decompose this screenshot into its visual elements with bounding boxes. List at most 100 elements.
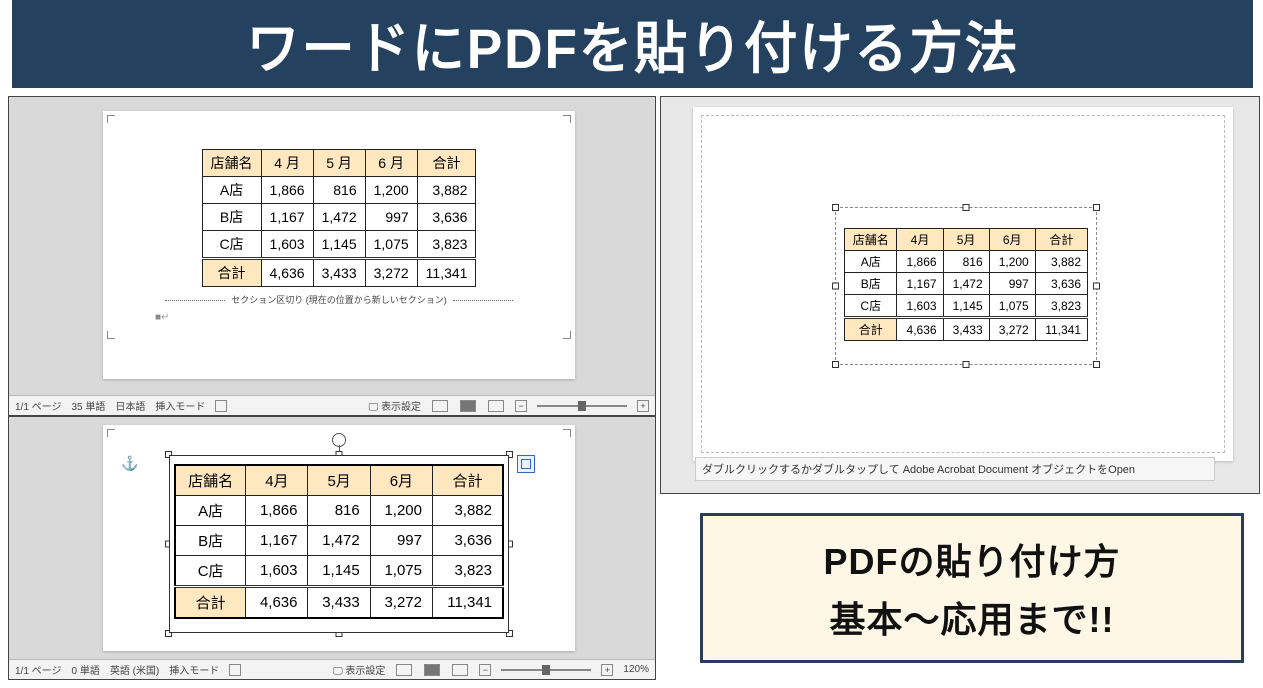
title-banner: ワードにPDFを貼り付ける方法 [12,0,1253,88]
panel-word-editable-table: 店舗名 4 月 5 月 6 月 合計 A店 1,866 816 1,200 3,… [8,96,656,416]
table-row[interactable]: B店 1,167 1,472 997 3,636 [202,204,476,231]
view-print-layout-button[interactable] [460,400,476,412]
sales-table-acrobat: 店舗名 4月 5月 6月 合計 A店 1,866 816 1,200 3,882 [844,228,1088,341]
view-print-layout-button[interactable] [424,664,440,676]
col-store: 店舗名 [202,150,261,177]
cell: 1,075 [370,556,432,587]
table-header-row: 店舗名 4月 5月 6月 合計 [845,229,1088,251]
cell: 1,200 [365,177,417,204]
resize-handle[interactable] [1093,361,1100,368]
cell: 3,882 [417,177,476,204]
zoom-in-button[interactable]: + [601,664,613,676]
anchor-icon[interactable]: ⚓ [121,455,138,472]
resize-handle[interactable] [832,283,839,290]
cell: 11,341 [417,259,476,287]
status-page: 1/1 ページ [15,398,61,413]
view-read-mode-button[interactable] [432,400,448,412]
cell: 3,272 [989,318,1035,341]
zoom-slider[interactable] [501,669,591,671]
zoom-out-button[interactable]: − [515,400,527,412]
cell: 3,433 [313,259,365,287]
status-words: 35 単語 [71,398,105,413]
cell: 1,167 [897,273,943,295]
col-apr: 4月 [246,465,308,496]
resize-handle[interactable] [1093,283,1100,290]
resize-handle[interactable] [832,204,839,211]
cell: 1,145 [313,231,365,259]
zoom-percent[interactable]: 120% [623,664,649,675]
cell: 3,823 [417,231,476,259]
cell-store: B店 [845,273,897,295]
col-may: 5 月 [313,150,365,177]
callout-line1: PDFの貼り付け方 [823,533,1120,585]
cell: 816 [308,496,370,526]
view-read-mode-button[interactable] [396,664,412,676]
cell: 1,145 [943,295,989,318]
resize-handle[interactable] [963,204,970,211]
cell: 3,636 [432,526,503,556]
cell: 3,433 [308,587,370,619]
cell: 1,075 [365,231,417,259]
status-words: 0 単語 [71,662,99,677]
view-web-layout-button[interactable] [452,664,468,676]
display-settings-button[interactable]: 🖵 表示設定 [333,662,385,677]
cell: 3,823 [1035,295,1087,318]
cell: 1,200 [370,496,432,526]
col-store: 店舗名 [175,465,246,496]
cell-total-label: 合計 [175,587,246,619]
zoom-slider[interactable] [537,405,627,407]
table-row: B店 1,167 1,472 997 3,636 [175,526,503,556]
crop-mark [107,115,117,125]
layout-options-button[interactable] [517,455,535,473]
resize-handle[interactable] [832,361,839,368]
cell: 3,636 [1035,273,1087,295]
sales-table-image: 店舗名 4月 5月 6月 合計 A店 1,866 816 1,200 3,882 [174,464,504,619]
col-total: 合計 [1035,229,1087,251]
word-page-r: 店舗名 4月 5月 6月 合計 A店 1,866 816 1,200 3,882 [693,107,1233,461]
section-break-label: セクション区切り (現在の位置から新しいセクション) [231,295,447,305]
resize-handle[interactable] [963,361,970,368]
cell: 997 [370,526,432,556]
acrobat-embedded-object[interactable]: 店舗名 4月 5月 6月 合計 A店 1,866 816 1,200 3,882 [835,207,1097,365]
status-macro-icon[interactable] [215,400,227,412]
page-title: ワードにPDFを貼り付ける方法 [246,4,1019,85]
cell: 11,341 [432,587,503,619]
crop-mark [561,115,571,125]
word-statusbar-ll: 1/1 ページ 0 単語 英語 (米国) 挿入モード 🖵 表示設定 − + 12… [9,659,655,679]
crop-mark [561,429,571,439]
table-total-row[interactable]: 合計 4,636 3,433 3,272 11,341 [202,259,476,287]
cell-total-label: 合計 [845,318,897,341]
cell: 1,145 [308,556,370,587]
view-web-layout-button[interactable] [488,400,504,412]
status-language: 日本語 [115,398,145,413]
table-row[interactable]: A店 1,866 816 1,200 3,882 [202,177,476,204]
status-macro-icon[interactable] [229,664,241,676]
zoom-in-button[interactable]: + [637,400,649,412]
col-total: 合計 [417,150,476,177]
cell-store: A店 [202,177,261,204]
cell-store: C店 [202,231,261,259]
pasted-image-object[interactable]: 店舗名 4月 5月 6月 合計 A店 1,866 816 1,200 3,882 [169,455,509,633]
word-page-ul: 店舗名 4 月 5 月 6 月 合計 A店 1,866 816 1,200 3,… [103,111,575,379]
col-jun: 6月 [370,465,432,496]
cell: 3,272 [370,587,432,619]
status-insert-mode: 挿入モード [155,398,205,413]
cell: 997 [365,204,417,231]
resize-handle[interactable] [1093,204,1100,211]
table-row[interactable]: C店 1,603 1,145 1,075 3,823 [202,231,476,259]
cell: 1,866 [246,496,308,526]
cell: 816 [313,177,365,204]
paragraph-bullet: ■↵ [155,312,547,323]
status-language: 英語 (米国) [110,662,159,677]
cell: 1,603 [261,231,313,259]
crop-mark [107,329,117,339]
col-total: 合計 [432,465,503,496]
table-total-row: 合計 4,636 3,433 3,272 11,341 [845,318,1088,341]
zoom-out-button[interactable]: − [479,664,491,676]
cell: 1,472 [313,204,365,231]
display-settings-button[interactable]: 🖵 表示設定 [369,398,421,413]
table-row: C店 1,603 1,145 1,075 3,823 [845,295,1088,318]
cell: 1,866 [261,177,313,204]
table-header-row: 店舗名 4 月 5 月 6 月 合計 [202,150,476,177]
sales-table-editable[interactable]: 店舗名 4 月 5 月 6 月 合計 A店 1,866 816 1,200 3,… [202,149,477,287]
